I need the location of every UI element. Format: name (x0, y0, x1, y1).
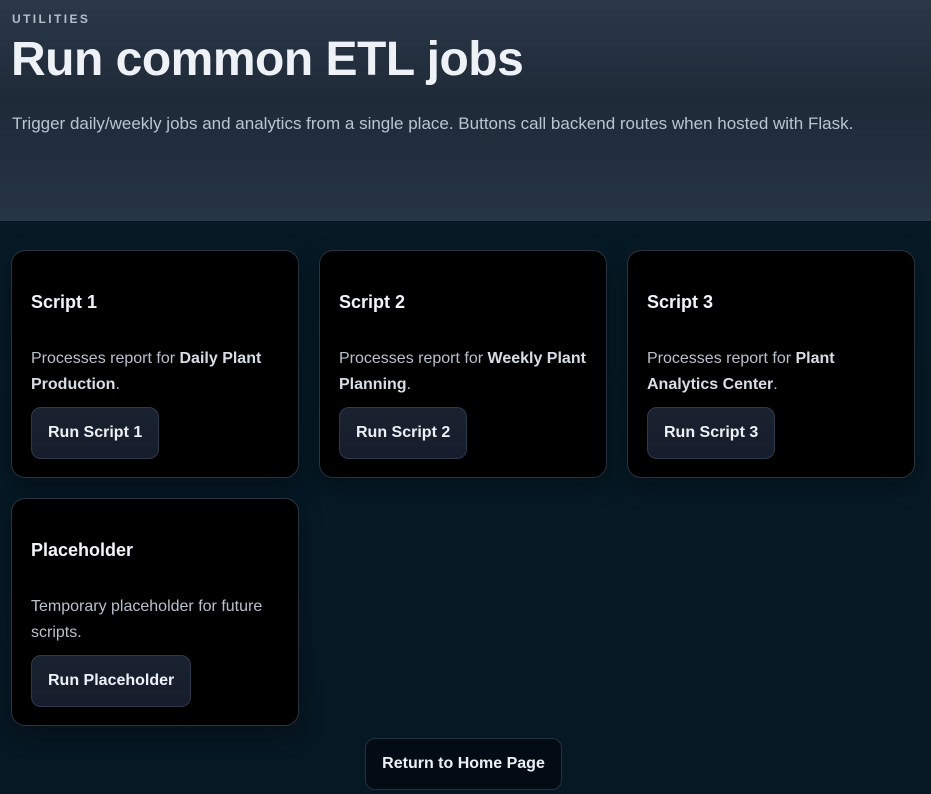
placeholder-card: Placeholder Temporary placeholder for fu… (11, 498, 299, 726)
script-card-2: Script 2 Processes report for Weekly Pla… (319, 250, 607, 478)
card-title: Script 2 (339, 292, 406, 312)
return-home-button[interactable]: Return to Home Page (365, 738, 562, 790)
run-script-3-button[interactable]: Run Script 3 (647, 407, 776, 459)
section-eyebrow: UTILITIES (12, 12, 91, 26)
page-subtitle: Trigger daily/weekly jobs and analytics … (12, 114, 854, 133)
run-script-2-button[interactable]: Run Script 2 (339, 407, 468, 459)
script-card-1: Script 1 Processes report for Daily Plan… (11, 250, 299, 478)
card-title: Placeholder (31, 540, 134, 560)
script-card-3: Script 3 Processes report for Plant Anal… (627, 250, 915, 478)
run-placeholder-button[interactable]: Run Placeholder (31, 655, 192, 707)
page-header: UTILITIES Run common ETL jobs Trigger da… (0, 0, 931, 221)
card-description: Processes report for Daily Plant Product… (31, 350, 262, 393)
card-description: Processes report for Plant Analytics Cen… (647, 350, 835, 393)
card-title: Script 3 (647, 292, 714, 312)
card-description: Processes report for Weekly Plant Planni… (339, 350, 586, 393)
card-title: Script 1 (31, 292, 98, 312)
run-script-1-button[interactable]: Run Script 1 (31, 407, 160, 459)
card-description: Temporary placeholder for future scripts… (31, 598, 263, 641)
page-title: Run common ETL jobs (11, 33, 524, 86)
